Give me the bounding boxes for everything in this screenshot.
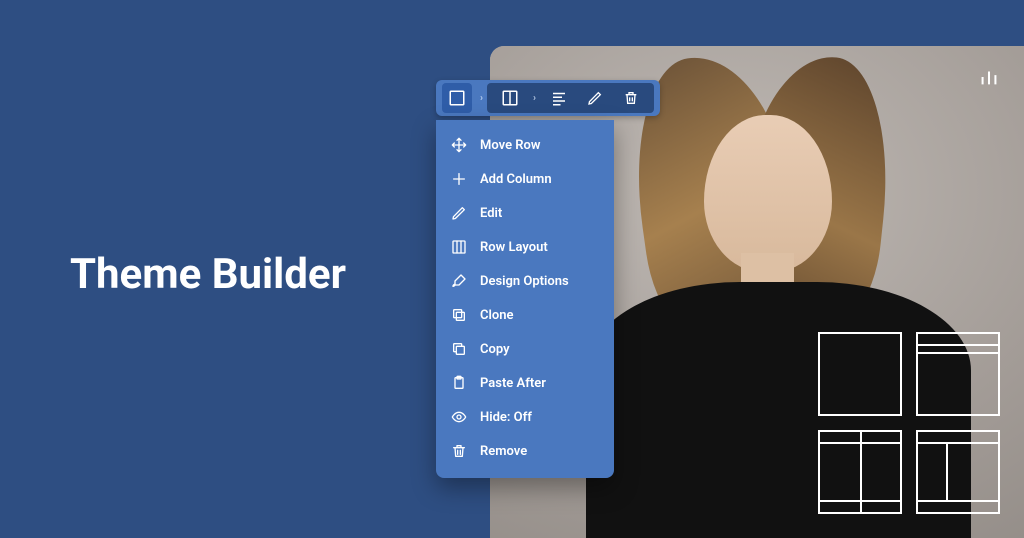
selected-element-group: › <box>487 83 654 113</box>
menu-item-label: Remove <box>480 444 527 459</box>
menu-item-eye[interactable]: Hide: Off <box>436 400 614 434</box>
pencil-icon[interactable] <box>580 83 610 113</box>
layout-thumb-sidebar[interactable] <box>916 430 1000 514</box>
page-headline: Theme Builder <box>70 250 346 299</box>
pencil-icon <box>450 204 468 222</box>
menu-item-label: Paste After <box>480 376 546 391</box>
layout-half-icon[interactable] <box>495 83 525 113</box>
layout-thumbnails <box>818 332 1000 514</box>
chevron-right-icon: › <box>478 93 485 104</box>
breadcrumb-toolbar: › › <box>436 80 660 116</box>
menu-item-columns[interactable]: Row Layout <box>436 230 614 264</box>
menu-item-label: Hide: Off <box>480 410 532 425</box>
layout-thumb-2col[interactable] <box>818 430 902 514</box>
columns-icon <box>450 238 468 256</box>
menu-item-label: Add Column <box>480 172 552 187</box>
chevron-right-icon: › <box>531 93 538 104</box>
menu-item-copy[interactable]: Copy <box>436 332 614 366</box>
menu-item-label: Move Row <box>480 138 541 153</box>
menu-item-trash[interactable]: Remove <box>436 434 614 468</box>
move-icon <box>450 136 468 154</box>
layout-thumb-1col[interactable] <box>818 332 902 416</box>
bars-icon[interactable] <box>978 66 1000 88</box>
plus-icon <box>450 170 468 188</box>
context-menu: Move Row Add Column Edit Row Layout Design O… <box>436 120 614 478</box>
stage: Theme Builder › › <box>0 0 1024 538</box>
menu-item-move[interactable]: Move Row <box>436 128 614 162</box>
menu-item-label: Copy <box>480 342 510 357</box>
paragraph-icon[interactable] <box>544 83 574 113</box>
menu-item-label: Edit <box>480 206 502 221</box>
trash-icon[interactable] <box>616 83 646 113</box>
menu-item-plus[interactable]: Add Column <box>436 162 614 196</box>
brush-icon <box>450 272 468 290</box>
trash-icon <box>450 442 468 460</box>
layout-square-icon[interactable] <box>442 83 472 113</box>
menu-item-pencil[interactable]: Edit <box>436 196 614 230</box>
menu-item-paste[interactable]: Paste After <box>436 366 614 400</box>
menu-item-label: Clone <box>480 308 514 323</box>
menu-item-brush[interactable]: Design Options <box>436 264 614 298</box>
menu-item-label: Design Options <box>480 274 569 289</box>
copy-icon <box>450 340 468 358</box>
clone-icon <box>450 306 468 324</box>
menu-item-label: Row Layout <box>480 240 548 255</box>
menu-item-clone[interactable]: Clone <box>436 298 614 332</box>
eye-icon <box>450 408 468 426</box>
paste-icon <box>450 374 468 392</box>
layout-thumb-header[interactable] <box>916 332 1000 416</box>
